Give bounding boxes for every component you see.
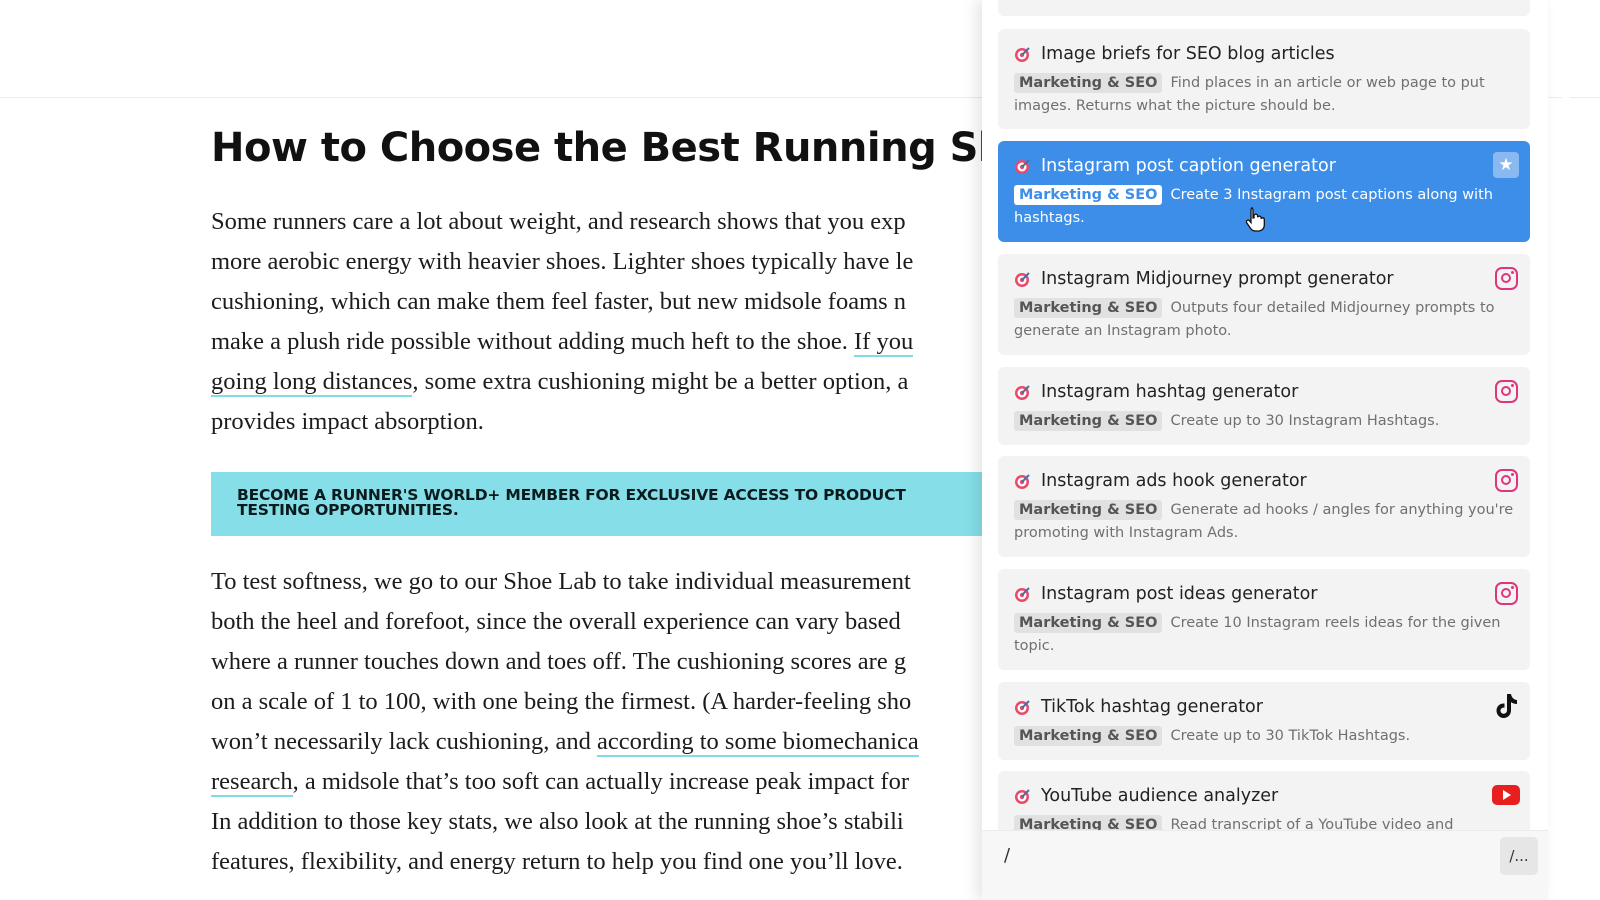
text-line: where a runner touches down and toes off… bbox=[211, 648, 907, 675]
prompt-title: Image briefs for SEO blog articles bbox=[1041, 44, 1335, 64]
prompt-card[interactable]: Instagram hashtag generator Marketing & … bbox=[998, 367, 1530, 445]
prompt-description: Marketing & SEO Outputs four detailed Mid… bbox=[1014, 297, 1519, 343]
prompt-title: Instagram post caption generator bbox=[1041, 156, 1336, 176]
text-segment: , a midsole that’s too soft can actually… bbox=[292, 768, 909, 795]
tiktok-icon bbox=[1492, 692, 1520, 720]
text-line: features, flexibility, and energy return… bbox=[211, 848, 903, 875]
long-distances-link-cont[interactable]: going long distances bbox=[211, 368, 413, 397]
prompt-desc-text: Create up to 30 TikTok Hashtags. bbox=[1170, 728, 1411, 744]
hand-cursor-icon bbox=[1245, 207, 1265, 232]
text-line: research, a midsole that’s too soft can … bbox=[211, 762, 919, 802]
target-icon bbox=[1014, 472, 1032, 490]
prompt-title: Instagram post ideas generator bbox=[1041, 584, 1318, 604]
favorite-button[interactable]: ★ bbox=[1492, 151, 1520, 179]
category-tag: Marketing & SEO bbox=[1014, 73, 1163, 93]
text-line: both the heel and forefoot, since the ov… bbox=[211, 608, 901, 635]
text-line: won’t necessarily lack cushioning, and a… bbox=[211, 722, 919, 762]
scrollbar[interactable] bbox=[1562, 0, 1570, 900]
prompt-card[interactable]: TikTok hashtag generator Marketing & SEO… bbox=[998, 682, 1530, 760]
text-segment: won’t necessarily lack cushioning, and bbox=[211, 728, 598, 755]
category-tag: Marketing & SEO bbox=[1014, 613, 1163, 633]
text-line: going long distances, some extra cushion… bbox=[211, 362, 913, 402]
prompt-title-row: YouTube audience analyzer bbox=[1014, 783, 1278, 809]
category-tag: Marketing & SEO bbox=[1014, 500, 1163, 520]
long-distances-link[interactable]: If you bbox=[854, 328, 914, 357]
target-icon bbox=[1014, 383, 1032, 401]
text-line: on a scale of 1 to 100, with one being t… bbox=[211, 688, 912, 715]
command-button[interactable]: /... bbox=[1500, 837, 1538, 875]
target-icon bbox=[1014, 585, 1032, 603]
prompt-card[interactable]: Instagram ads hook generator Marketing &… bbox=[998, 456, 1530, 557]
text-segment: make a plush ride possible without addin… bbox=[211, 328, 855, 355]
prompt-description: Marketing & SEO Generate ad hooks / angle… bbox=[1014, 499, 1519, 545]
prompt-card-partial[interactable] bbox=[998, 0, 1530, 16]
target-icon bbox=[1014, 157, 1032, 175]
prompt-title: Instagram hashtag generator bbox=[1041, 382, 1299, 402]
paragraph-2: To test softness, we go to our Shoe Lab … bbox=[211, 562, 919, 882]
prompt-title-row: Instagram hashtag generator bbox=[1014, 379, 1298, 405]
instagram-icon bbox=[1492, 377, 1520, 405]
instagram-icon bbox=[1492, 579, 1520, 607]
text-line: provides impact absorption. bbox=[211, 408, 484, 435]
prompt-desc-text: Create up to 30 Instagram Hashtags. bbox=[1170, 413, 1440, 429]
prompt-description: Marketing & SEO Find places in an article… bbox=[1014, 72, 1519, 118]
prompt-title: TikTok hashtag generator bbox=[1041, 697, 1263, 717]
prompt-title: Instagram ads hook generator bbox=[1041, 471, 1307, 491]
instagram-icon bbox=[1492, 264, 1520, 292]
text-line: In addition to those key stats, we also … bbox=[211, 808, 904, 835]
prompt-card[interactable]: Image briefs for SEO blog articles Marke… bbox=[998, 29, 1530, 129]
target-icon bbox=[1014, 787, 1032, 805]
text-line: more aerobic energy with heavier shoes. … bbox=[211, 248, 914, 275]
prompt-input[interactable]: / bbox=[1004, 845, 1010, 866]
prompt-library-panel: Image briefs for SEO blog articles Marke… bbox=[982, 0, 1548, 900]
text-line: make a plush ride possible without addin… bbox=[211, 322, 914, 362]
prompt-input-bar: / /... bbox=[982, 830, 1548, 900]
category-tag: Marketing & SEO bbox=[1014, 298, 1163, 318]
prompt-title-row: Instagram post caption generator bbox=[1014, 153, 1336, 179]
prompt-description: Marketing & SEO Create 3 Instagram post c… bbox=[1014, 184, 1519, 230]
prompt-title-row: Instagram post ideas generator bbox=[1014, 581, 1318, 607]
prompt-title-row: Instagram Midjourney prompt generator bbox=[1014, 266, 1394, 292]
star-icon: ★ bbox=[1493, 152, 1519, 178]
target-icon bbox=[1014, 698, 1032, 716]
text-segment: , some extra cushioning might be a bette… bbox=[412, 368, 909, 395]
prompt-card[interactable]: Instagram Midjourney prompt generator Ma… bbox=[998, 254, 1530, 355]
prompt-title-row: Image briefs for SEO blog articles bbox=[1014, 41, 1335, 67]
text-line: cushioning, which can make them feel fas… bbox=[211, 288, 907, 315]
biomechanical-research-link[interactable]: according to some biomechanica bbox=[597, 728, 919, 757]
banner-text: BECOME A RUNNER'S WORLD+ MEMBER FOR EXCL… bbox=[237, 486, 906, 519]
prompt-description: Marketing & SEO Create up to 30 TikTok Ha… bbox=[1014, 725, 1519, 748]
prompt-title: YouTube audience analyzer bbox=[1041, 786, 1279, 806]
youtube-icon bbox=[1492, 781, 1520, 809]
prompt-title: Instagram Midjourney prompt generator bbox=[1041, 269, 1394, 289]
biomechanical-research-link-cont[interactable]: research bbox=[211, 768, 293, 797]
text-line: Some runners care a lot about weight, an… bbox=[211, 208, 906, 235]
target-icon bbox=[1014, 270, 1032, 288]
category-tag: Marketing & SEO bbox=[1014, 726, 1163, 746]
category-tag: Marketing & SEO bbox=[1014, 411, 1163, 431]
prompt-title-row: TikTok hashtag generator bbox=[1014, 694, 1263, 720]
prompt-description: Marketing & SEO Create 10 Instagram reels… bbox=[1014, 612, 1519, 658]
prompt-card[interactable]: Instagram post ideas generator Marketing… bbox=[998, 569, 1530, 670]
prompt-description: Marketing & SEO Create up to 30 Instagram… bbox=[1014, 410, 1519, 433]
instagram-icon bbox=[1492, 466, 1520, 494]
paragraph-1: Some runners care a lot about weight, an… bbox=[211, 202, 913, 442]
category-tag: Marketing & SEO bbox=[1014, 185, 1163, 205]
prompt-title-row: Instagram ads hook generator bbox=[1014, 468, 1307, 494]
text-line: To test softness, we go to our Shoe Lab … bbox=[211, 568, 911, 595]
target-icon bbox=[1014, 45, 1032, 63]
